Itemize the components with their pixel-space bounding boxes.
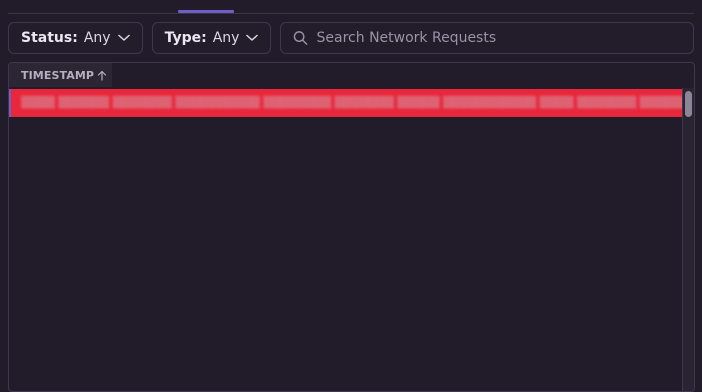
table-row[interactable]: ▒▒▒▒ ▒▒▒▒▒▒ ▒▒▒▒▒▒▒ ▒▒▒▒▒▒▒▒▒▒ ▒▒▒▒▒▒▒▒ … — [9, 89, 682, 117]
status-filter-value: Any — [83, 30, 111, 46]
tab-bar-divider — [8, 13, 694, 14]
tab-bar — [0, 0, 702, 14]
network-requests-table: TIMESTAMP ▒▒▒▒ ▒▒▒▒▒▒ ▒▒▒▒▒▒▒ ▒▒▒▒▒▒▒▒▒▒… — [8, 62, 695, 392]
column-header-timestamp[interactable]: TIMESTAMP — [9, 63, 112, 87]
search-icon — [294, 31, 308, 45]
table-header: TIMESTAMP — [9, 63, 694, 87]
type-filter-label: Type: — [164, 30, 207, 46]
type-filter-dropdown[interactable]: Type: Any — [151, 22, 272, 54]
chevron-down-icon — [246, 34, 259, 41]
network-search[interactable] — [280, 22, 694, 54]
type-filter-value: Any — [212, 30, 240, 46]
vertical-scrollbar[interactable] — [682, 88, 694, 391]
filter-bar: Status: Any Type: Any — [8, 22, 694, 54]
column-header-label: TIMESTAMP — [21, 68, 95, 82]
chevron-down-icon — [117, 34, 130, 41]
scrollbar-thumb[interactable] — [685, 91, 692, 117]
arrow-up-icon — [97, 70, 107, 81]
status-filter-dropdown[interactable]: Status: Any — [8, 22, 143, 54]
table-cell: ▒▒▒▒ ▒▒▒▒▒▒ ▒▒▒▒▒▒▒ ▒▒▒▒▒▒▒▒▒▒ ▒▒▒▒▒▒▒▒ … — [21, 96, 682, 109]
status-filter-label: Status: — [21, 30, 78, 46]
search-input[interactable] — [316, 30, 681, 46]
active-tab-indicator[interactable] — [178, 10, 234, 13]
